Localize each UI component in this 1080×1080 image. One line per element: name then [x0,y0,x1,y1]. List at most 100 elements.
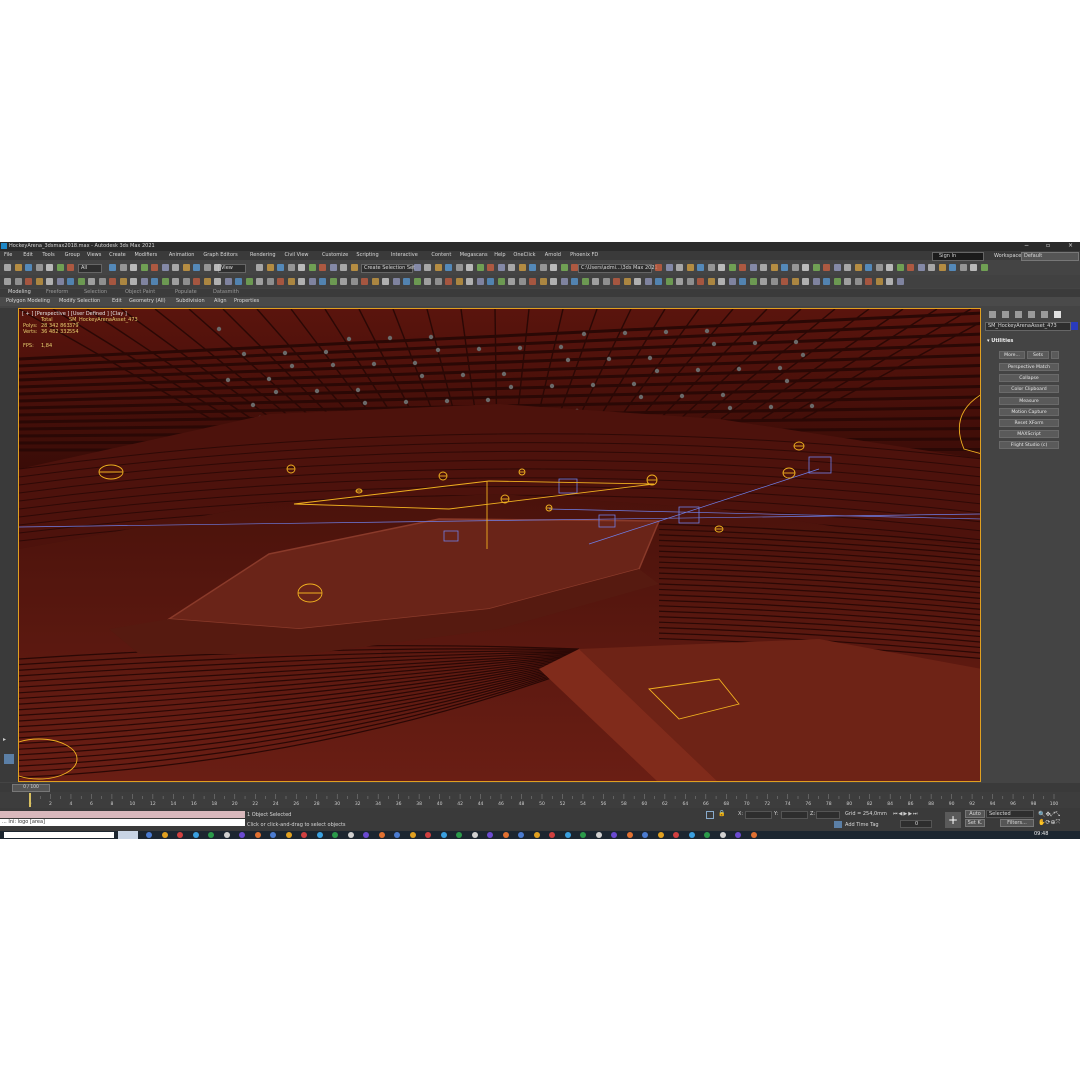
toolbar-tool-icon[interactable] [445,278,452,285]
ribbon-panel-modify-selection[interactable]: Modify Selection [59,298,100,305]
ribbon-panel-geometry-all-[interactable]: Geometry (All) [129,298,166,305]
toolbar-tool-icon[interactable] [256,278,263,285]
taskbar-app-icon[interactable] [161,832,168,838]
menu-megascans[interactable]: Megascans [460,252,488,259]
toolbar-tool-icon[interactable] [172,278,179,285]
menu-interactive[interactable]: Interactive [391,252,418,259]
taskbar-app-icon[interactable] [394,832,400,838]
time-slider[interactable]: 0 / 100 [0,783,1080,792]
toolbar-tool-icon[interactable] [35,264,43,271]
create-tab-icon[interactable] [989,311,996,318]
taskbar-app-icon[interactable] [750,832,757,838]
toolbar-tool-icon[interactable] [707,278,715,285]
toolbar-tool-icon[interactable] [802,278,809,285]
toolbar-tool-icon[interactable] [571,278,578,285]
toolbar-tool-icon[interactable] [739,278,746,285]
isolate-selection-icon[interactable] [706,811,714,819]
toolbar-tool-icon[interactable] [959,264,967,271]
taskbar-app-icon[interactable] [409,832,416,838]
toolbar-tool-icon[interactable] [14,278,22,285]
ribbon-tab-datasmith[interactable]: Datasmith [213,289,239,296]
toolbar-tool-icon[interactable] [329,264,337,271]
viewport-layout-icon[interactable] [4,754,14,764]
toolbar-tool-icon[interactable] [833,264,841,271]
toolbar-tool-icon[interactable] [980,264,988,271]
toolbar-tool-icon[interactable] [109,278,116,285]
selection-set-dropdown[interactable]: Create Selection Set [361,264,415,273]
track-bar[interactable]: 0246810121416182022242628303234363840424… [0,792,1080,808]
taskbar-app-icon[interactable] [192,832,199,838]
toolbar-tool-icon[interactable] [823,264,830,271]
ribbon-panel-edit[interactable]: Edit [112,298,122,305]
taskbar-app-icon[interactable] [223,832,230,838]
toolbar-tool-icon[interactable] [676,264,683,271]
toolbar-tool-icon[interactable] [917,264,925,271]
toolbar-tool-icon[interactable] [896,278,904,285]
toolbar-tool-icon[interactable] [214,264,221,271]
toolbar-tool-icon[interactable] [98,278,106,285]
toolbar-tool-icon[interactable] [728,278,736,285]
toolbar-tool-icon[interactable] [529,278,536,285]
reference-coord-dropdown[interactable]: View [218,264,246,273]
toolbar-tool-icon[interactable] [203,278,211,285]
taskbar-app-icon[interactable] [254,832,261,838]
taskbar-app-icon[interactable] [456,832,462,838]
add-time-tag[interactable]: Add Time Tag [845,822,879,829]
taskbar-app-icon[interactable] [471,832,478,838]
menu-civil-view[interactable]: Civil View [284,252,308,259]
toolbar-tool-icon[interactable] [182,264,190,271]
ribbon-panel-properties[interactable]: Properties [234,298,259,305]
toolbar-tool-icon[interactable] [466,264,473,271]
taskbar-app-icon[interactable] [146,832,152,838]
toolbar-tool-icon[interactable] [865,278,872,285]
toolbar-tool-icon[interactable] [749,278,757,285]
taskbar-search-box[interactable] [4,832,114,838]
toolbar-tool-icon[interactable] [886,264,893,271]
toolbar-tool-icon[interactable] [235,278,242,285]
time-slider-handle[interactable]: 0 / 100 [12,784,50,792]
toolbar-tool-icon[interactable] [592,278,599,285]
toolbar-tool-icon[interactable] [455,278,463,285]
toolbar-tool-icon[interactable] [539,278,547,285]
toolbar-tool-icon[interactable] [728,264,736,271]
toolbar-tool-icon[interactable] [424,264,431,271]
toolbar-tool-icon[interactable] [718,278,725,285]
toolbar-tool-icon[interactable] [518,264,526,271]
menu-tools[interactable]: Tools [42,252,54,259]
toolbar-tool-icon[interactable] [623,278,631,285]
toolbar-tool-icon[interactable] [382,278,389,285]
toolbar-tool-icon[interactable] [140,278,148,285]
taskbar-app-icon[interactable] [425,832,431,838]
menu-group[interactable]: Group [65,252,80,259]
ribbon-panel-subdivision[interactable]: Subdivision [176,298,205,305]
toolbar-tool-icon[interactable] [224,278,232,285]
toolbar-tool-icon[interactable] [434,264,442,271]
toolbar-tool-icon[interactable] [413,264,421,271]
toolbar-tool-icon[interactable] [665,264,673,271]
toolbar-tool-icon[interactable] [308,264,316,271]
toolbar-tool-icon[interactable] [256,264,263,271]
toolbar-tool-icon[interactable] [77,278,85,285]
toolbar-tool-icon[interactable] [287,264,295,271]
toolbar-tool-icon[interactable] [350,278,358,285]
taskbar-app-icon[interactable] [626,832,633,838]
taskbar-app-icon[interactable] [285,832,292,838]
toolbar-tool-icon[interactable] [770,264,778,271]
menu-arnold[interactable]: Arnold [545,252,561,259]
filters-button[interactable]: Filters... [1000,819,1034,827]
toolbar-tool-icon[interactable] [875,278,883,285]
taskbar-app-icon[interactable] [549,832,555,838]
lock-icon[interactable]: 🔒 [718,811,725,817]
toolbar-tool-icon[interactable] [14,264,22,271]
z-coord-field[interactable] [816,811,840,819]
toolbar-tool-icon[interactable] [287,278,295,285]
object-name-field[interactable]: SM_HockeyArenaAsset_473 [985,322,1071,331]
toolbar-tool-icon[interactable] [833,278,841,285]
object-color-swatch[interactable] [1071,322,1078,330]
taskbar-app-icon[interactable] [657,832,664,838]
toolbar-tool-icon[interactable] [88,278,95,285]
toolbar-tool-icon[interactable] [109,264,116,271]
taskbar-app-icon[interactable] [347,832,354,838]
taskbar-app-icon[interactable] [642,832,648,838]
toolbar-tool-icon[interactable] [298,278,305,285]
